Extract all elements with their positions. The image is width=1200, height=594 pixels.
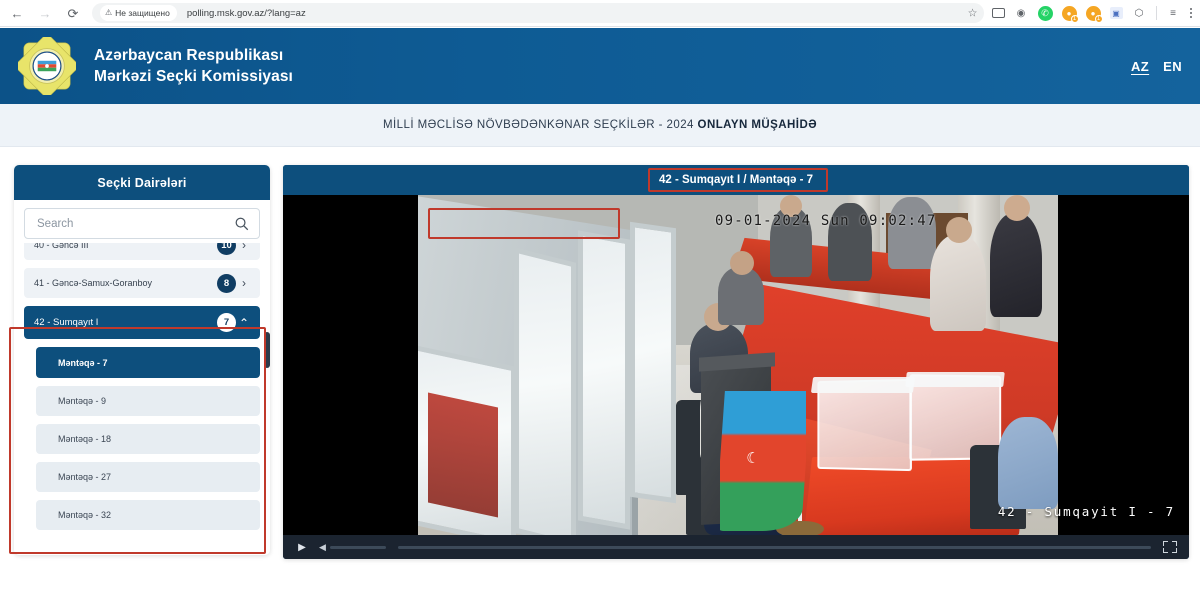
forward-icon[interactable]: → bbox=[32, 2, 58, 24]
scene-azerbaijan-flag: ☾ bbox=[720, 391, 806, 531]
election-banner-text: MİLLİ MƏCLİSƏ NÖVBƏDƏNKƏNAR SEÇKİLƏR - 2… bbox=[383, 119, 817, 131]
url-text: polling.msk.gov.az/?lang=az bbox=[186, 7, 306, 19]
seek-slider[interactable] bbox=[397, 545, 1151, 549]
scene-red-banner bbox=[428, 392, 498, 518]
org-title: Azərbaycan Respublikası Mərkəzi Seçki Ko… bbox=[94, 45, 293, 87]
warning-triangle-icon: ⚠ bbox=[105, 8, 113, 17]
volume-icon[interactable]: ◀ bbox=[319, 542, 326, 553]
search-icon[interactable] bbox=[234, 216, 249, 231]
scene-person-head bbox=[1004, 195, 1030, 221]
scene-window-pane bbox=[514, 247, 576, 535]
reading-list-icon[interactable]: ≡ bbox=[1166, 6, 1181, 21]
station-item-7[interactable]: Məntəqə - 7 bbox=[36, 347, 260, 378]
station-item-18[interactable]: Məntəqə - 18 bbox=[36, 424, 260, 454]
station-item-32[interactable]: Məntəqə - 32 bbox=[36, 500, 260, 530]
fullscreen-icon[interactable] bbox=[1163, 541, 1177, 553]
extension-icons: ◉ ✆ ● 1 ● 1 ▣ ⬡ ≡ bbox=[991, 5, 1200, 23]
video-stage[interactable]: ☾ 09-01-2024 Sun 09:02:47 42 - Sumqayit … bbox=[283, 195, 1189, 535]
scene-window-pane bbox=[578, 230, 630, 530]
video-timestamp-overlay: 09-01-2024 Sun 09:02:47 bbox=[715, 213, 937, 229]
scene-person-standing bbox=[930, 235, 986, 331]
district-row-41[interactable]: 41 - Gəncə-Samux-Goranboy 8 › bbox=[24, 268, 260, 298]
site-header: Azərbaycan Respublikası Mərkəzi Seçki Ko… bbox=[0, 28, 1200, 104]
security-label: Не защищено bbox=[115, 8, 170, 18]
search-box[interactable] bbox=[24, 208, 260, 239]
address-bar[interactable]: ⚠ Не защищено polling.msk.gov.az/?lang=a… bbox=[92, 3, 984, 23]
org-title-line1: Azərbaycan Respublikası bbox=[94, 47, 284, 64]
sidebar-scrollbar[interactable] bbox=[264, 332, 270, 368]
chevron-up-icon[interactable]: ⌃ bbox=[236, 316, 252, 330]
scene-person-seated bbox=[998, 417, 1058, 509]
toolbar-divider bbox=[1155, 6, 1157, 20]
translate-badge-icon[interactable]: ● 1 bbox=[1061, 5, 1079, 23]
election-banner-bold: ONLAYN MÜŞAHİDƏ bbox=[697, 119, 818, 131]
cast-icon[interactable] bbox=[991, 8, 1005, 18]
star-icon[interactable]: ☆ bbox=[968, 7, 978, 20]
scene-window-pane bbox=[630, 221, 676, 504]
scene-person-standing bbox=[990, 213, 1042, 317]
video-panel: 42 - Sumqayıt I / Məntəqə - 7 ☾ 09-01-20… bbox=[283, 165, 1189, 559]
notification-badge-icon[interactable]: ● 1 bbox=[1085, 5, 1103, 23]
scene-person-head bbox=[730, 251, 754, 275]
sidebar-title: Seçki Dairələri bbox=[14, 165, 270, 200]
district-badge: 8 bbox=[217, 273, 236, 293]
browser-toolbar: ← → ⟳ ⚠ Не защищено polling.msk.gov.az/?… bbox=[0, 0, 1200, 27]
station-item-9[interactable]: Məntəqə - 9 bbox=[36, 386, 260, 416]
audio-icon[interactable]: ◉ bbox=[1014, 6, 1029, 21]
lang-en[interactable]: EN bbox=[1163, 59, 1182, 74]
search-container bbox=[14, 200, 270, 243]
district-label: 42 - Sumqayıt I bbox=[34, 317, 99, 328]
badge-count: 1 bbox=[1094, 14, 1103, 23]
cec-azerbaijan-emblem-icon bbox=[16, 35, 78, 97]
whatsapp-icon[interactable]: ✆ bbox=[1037, 5, 1053, 21]
scene-person-standing bbox=[888, 197, 936, 269]
scene-ballot-slot bbox=[834, 387, 896, 398]
reload-icon[interactable]: ⟳ bbox=[60, 2, 86, 24]
scene-ballot-slot bbox=[928, 383, 988, 393]
districts-list[interactable]: 40 - Gəncə III 10 › 41 - Gəncə-Samux-Gor… bbox=[14, 208, 270, 555]
scene-person-head bbox=[946, 217, 972, 243]
badge-count: 1 bbox=[1070, 14, 1079, 23]
chevron-right-icon[interactable]: › bbox=[236, 276, 252, 290]
district-row-42[interactable]: 42 - Sumqayıt I 7 ⌃ bbox=[24, 306, 260, 339]
search-input[interactable] bbox=[35, 216, 234, 231]
org-title-line2: Mərkəzi Seçki Komissiyası bbox=[94, 68, 293, 85]
cctv-scene: ☾ 09-01-2024 Sun 09:02:47 bbox=[418, 195, 1058, 535]
district-label: 41 - Gəncə-Samux-Goranboy bbox=[34, 278, 153, 288]
play-icon[interactable]: ▶ bbox=[293, 540, 311, 554]
video-title: 42 - Sumqayıt I / Məntəqə - 7 bbox=[283, 165, 1189, 195]
election-banner-normal: MİLLİ MƏCLİSƏ NÖVBƏDƏNKƏNAR SEÇKİLƏR - 2… bbox=[382, 119, 698, 131]
browser-menu-icon[interactable] bbox=[1189, 7, 1192, 19]
volume-slider[interactable] bbox=[329, 545, 386, 549]
scene-person-standing bbox=[718, 267, 764, 325]
districts-sidebar: Seçki Dairələri 40 - Gəncə III 10 › 41 -… bbox=[14, 165, 270, 555]
lang-az[interactable]: AZ bbox=[1131, 59, 1149, 74]
election-banner: MİLLİ MƏCLİSƏ NÖVBƏDƏNKƏNAR SEÇKİLƏR - 2… bbox=[0, 104, 1200, 147]
video-controls: ▶ ◀ bbox=[283, 535, 1189, 559]
extensions-puzzle-icon[interactable]: ⬡ bbox=[1132, 6, 1147, 21]
back-icon[interactable]: ← bbox=[4, 2, 30, 24]
scene-flag-crescent-star: ☾ bbox=[746, 450, 760, 467]
district-badge: 7 bbox=[217, 313, 236, 332]
language-switcher: AZ EN bbox=[1131, 59, 1182, 74]
security-indicator[interactable]: ⚠ Не защищено bbox=[100, 5, 177, 21]
capture-icon[interactable]: ▣ bbox=[1109, 7, 1123, 19]
station-item-27[interactable]: Məntəqə - 27 bbox=[36, 462, 260, 492]
video-watermark: 42 - Sumqayit I - 7 bbox=[997, 504, 1175, 519]
browser-nav-buttons: ← → ⟳ bbox=[0, 2, 86, 24]
